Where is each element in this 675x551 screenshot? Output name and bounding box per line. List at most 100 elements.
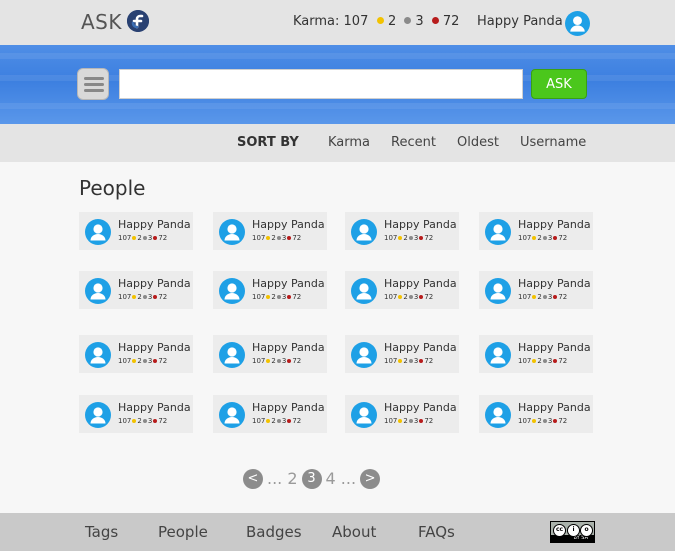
user-avatar-icon[interactable] — [351, 342, 377, 368]
user-name[interactable]: Happy Panda — [384, 341, 457, 354]
user-name[interactable]: Happy Panda — [118, 218, 191, 231]
user-name[interactable]: Happy Panda — [518, 218, 591, 231]
creative-commons-by-sa-icon[interactable]: BY SA cc i o — [550, 521, 595, 543]
user-name[interactable]: Happy Panda — [252, 341, 325, 354]
user-name[interactable]: Happy Panda — [252, 277, 325, 290]
band-texture — [0, 53, 675, 59]
user-bronze: 72 — [292, 234, 302, 242]
pagination-right[interactable]: 4 ... — [326, 469, 357, 488]
user-card[interactable]: Happy Panda 107 2 3 72 — [345, 395, 459, 433]
user-gold: 2 — [271, 357, 276, 365]
user-card[interactable]: Happy Panda 107 2 3 72 — [479, 271, 593, 309]
user-avatar-icon[interactable] — [485, 402, 511, 428]
sort-option-oldest[interactable]: Oldest — [457, 135, 499, 150]
user-gold: 2 — [403, 293, 408, 301]
user-stats: 107 2 3 72 — [252, 293, 301, 301]
user-karma: 107 — [384, 293, 398, 301]
silver-badge-icon — [408, 358, 413, 363]
user-name[interactable]: Happy Panda — [118, 341, 191, 354]
user-avatar-icon[interactable] — [219, 278, 245, 304]
user-card[interactable]: Happy Panda 107 2 3 72 — [79, 395, 193, 433]
user-stats: 107 2 3 72 — [118, 293, 167, 301]
user-card[interactable]: Happy Panda 107 2 3 72 — [345, 335, 459, 373]
user-card[interactable]: Happy Panda 107 2 3 72 — [79, 212, 193, 250]
user-name[interactable]: Happy Panda — [384, 218, 457, 231]
user-avatar-icon[interactable] — [219, 402, 245, 428]
user-avatar-icon[interactable] — [351, 219, 377, 245]
silver-badge-icon — [276, 235, 281, 240]
user-gold: 2 — [403, 357, 408, 365]
user-silver: 3 — [281, 357, 287, 365]
pagination-left[interactable]: ... 2 — [267, 469, 298, 488]
user-card[interactable]: Happy Panda 107 2 3 72 — [213, 271, 327, 309]
user-card[interactable]: Happy Panda 107 2 3 72 — [79, 335, 193, 373]
user-name[interactable]: Happy Panda — [118, 401, 191, 414]
footer-link-people[interactable]: People — [158, 523, 208, 541]
user-card[interactable]: Happy Panda 107 2 3 72 — [79, 271, 193, 309]
user-card[interactable]: Happy Panda 107 2 3 72 — [213, 395, 327, 433]
user-avatar-icon[interactable] — [485, 278, 511, 304]
user-card[interactable]: Happy Panda 107 2 3 72 — [345, 212, 459, 250]
footer-link-about[interactable]: About — [332, 523, 376, 541]
ask-button[interactable]: ASK — [531, 69, 587, 99]
user-avatar-icon[interactable] — [219, 342, 245, 368]
user-name[interactable]: Happy Panda — [518, 277, 591, 290]
footer-link-faqs[interactable]: FAQs — [418, 523, 455, 541]
bronze-badge-icon — [287, 294, 292, 299]
user-avatar-icon[interactable] — [485, 219, 511, 245]
sort-option-username[interactable]: Username — [520, 135, 586, 150]
user-avatar-icon[interactable] — [85, 219, 111, 245]
user-name[interactable]: Happy Panda — [518, 401, 591, 414]
user-name[interactable]: Happy Panda — [384, 277, 457, 290]
gold-badge-icon — [398, 294, 403, 299]
user-stats: 107 2 3 72 — [518, 293, 567, 301]
next-page-button[interactable]: > — [360, 468, 381, 489]
user-name[interactable]: Happy Panda — [252, 401, 325, 414]
user-stats: 107 2 3 72 — [252, 417, 301, 425]
hamburger-menu-icon[interactable] — [77, 68, 109, 100]
user-silver: 3 — [413, 417, 419, 425]
user-avatar-icon[interactable] — [85, 278, 111, 304]
user-karma: 107 — [118, 357, 132, 365]
user-name[interactable]: Happy Panda — [518, 341, 591, 354]
user-name[interactable]: Happy Panda — [118, 277, 191, 290]
username-link[interactable]: Happy Panda — [477, 14, 563, 29]
user-gold: 2 — [537, 357, 542, 365]
user-name[interactable]: Happy Panda — [384, 401, 457, 414]
user-silver: 3 — [547, 357, 553, 365]
user-karma: 107 — [518, 357, 532, 365]
user-card[interactable]: Happy Panda 107 2 3 72 — [213, 212, 327, 250]
gold-badge-icon — [398, 358, 403, 363]
user-karma: 107 — [252, 357, 266, 365]
silver-badge-icon — [142, 358, 147, 363]
user-avatar-icon[interactable] — [85, 342, 111, 368]
user-avatar-icon[interactable] — [485, 342, 511, 368]
logo-text[interactable]: ASK — [81, 10, 122, 34]
user-avatar-icon[interactable] — [351, 278, 377, 304]
user-gold: 2 — [137, 357, 142, 365]
user-avatar-icon[interactable] — [219, 219, 245, 245]
user-card[interactable]: Happy Panda 107 2 3 72 — [213, 335, 327, 373]
user-gold: 2 — [271, 293, 276, 301]
fedora-logo-icon[interactable] — [127, 10, 149, 32]
prev-page-button[interactable]: < — [243, 468, 263, 489]
silver-badge-icon — [276, 358, 281, 363]
user-card[interactable]: Happy Panda 107 2 3 72 — [479, 395, 593, 433]
badge-counts: 2 3 72 — [373, 14, 459, 29]
user-gold: 2 — [137, 417, 142, 425]
user-card[interactable]: Happy Panda 107 2 3 72 — [479, 212, 593, 250]
user-bronze: 72 — [558, 234, 568, 242]
sort-option-recent[interactable]: Recent — [391, 135, 436, 150]
user-karma: 107 — [518, 234, 532, 242]
user-card[interactable]: Happy Panda 107 2 3 72 — [479, 335, 593, 373]
footer-link-tags[interactable]: Tags — [85, 523, 118, 541]
user-bronze: 72 — [292, 293, 302, 301]
user-avatar-icon[interactable] — [565, 11, 590, 36]
user-avatar-icon[interactable] — [351, 402, 377, 428]
user-card[interactable]: Happy Panda 107 2 3 72 — [345, 271, 459, 309]
footer-link-badges[interactable]: Badges — [246, 523, 302, 541]
sort-option-karma[interactable]: Karma — [328, 135, 370, 150]
user-avatar-icon[interactable] — [85, 402, 111, 428]
search-input[interactable] — [119, 69, 523, 99]
user-name[interactable]: Happy Panda — [252, 218, 325, 231]
